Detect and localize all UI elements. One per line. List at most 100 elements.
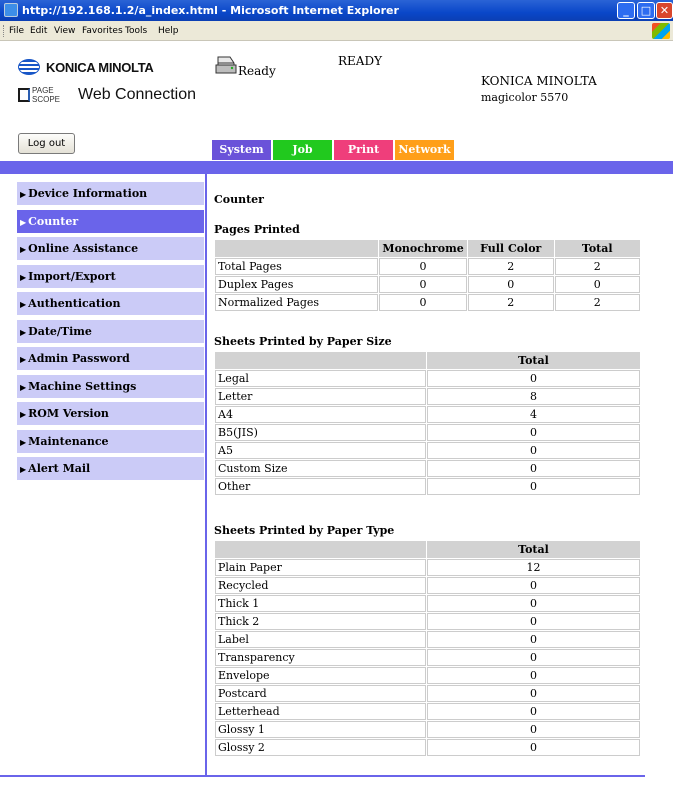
table-row: Custom Size 0 (215, 460, 640, 477)
menu-view[interactable]: View (54, 26, 75, 36)
cell-value: 0 (468, 276, 554, 293)
row-label: Envelope (215, 667, 426, 684)
paper-size-title: Sheets Printed by Paper Size (214, 335, 392, 348)
row-label: Label (215, 631, 426, 648)
printer-icon (215, 56, 237, 74)
globe-icon (18, 59, 40, 75)
cell-value: 8 (427, 388, 640, 405)
table-row: Transparency 0 (215, 649, 640, 666)
sidebar-item-rom-version[interactable]: ▶ ROM Version (17, 402, 204, 425)
paper-size-table: Total Legal 0 Letter 8 A4 4 B5(JIS) 0 A5 0 Custom … (214, 351, 641, 496)
sidebar-item-machine-settings[interactable]: ▶ Machine Settings (17, 374, 204, 398)
cell-value: 0 (427, 577, 640, 594)
menu-tools[interactable]: Tools (125, 26, 147, 36)
sidebar-item-date-time[interactable]: ▶ Date/Time (17, 319, 204, 343)
pagescope-icon: PAGE SCOPE (18, 86, 76, 104)
footer-divider (0, 775, 645, 777)
row-label: Other (215, 478, 426, 495)
tab-system[interactable]: System (212, 140, 271, 160)
cell-value: 0 (427, 631, 640, 648)
menu-help[interactable]: Help (158, 26, 179, 36)
row-label: Recycled (215, 577, 426, 594)
table-row: A4 4 (215, 406, 640, 423)
sidebar: ▶ Device Information ▶ Counter ▶ Online Ass… (17, 182, 204, 485)
minimize-button[interactable]: _ (617, 2, 635, 19)
table-row: A5 0 (215, 442, 640, 459)
cell-value: 2 (468, 294, 554, 311)
toolbar-grip (3, 25, 5, 37)
pages-printed-table: Monochrome Full Color Total Total Pages 0 2 2… (214, 239, 641, 312)
row-label: Thick 2 (215, 613, 426, 630)
row-label: Duplex Pages (215, 276, 379, 293)
close-button[interactable]: ✕ (656, 2, 673, 19)
cell-value: 12 (427, 559, 640, 576)
cell-value: 0 (427, 667, 640, 684)
cell-value: 2 (554, 258, 640, 275)
cell-value: 0 (427, 649, 640, 666)
row-label: Letter (215, 388, 426, 405)
table-row: B5(JIS) 0 (215, 424, 640, 441)
table-row: Recycled 0 (215, 577, 640, 594)
table-header-row: Total (215, 352, 640, 369)
table-row: Thick 20 (215, 613, 640, 630)
logout-button[interactable]: Log out (18, 133, 75, 154)
maximize-button[interactable]: □ (637, 2, 655, 19)
table-row: Letterhead 0 (215, 703, 640, 720)
paper-type-title: Sheets Printed by Paper Type (214, 524, 395, 537)
cell-value: 0 (427, 478, 640, 495)
cell-value: 0 (379, 258, 468, 275)
sidebar-item-authentication[interactable]: ▶ Authentication (17, 292, 204, 315)
sidebar-item-maintenance[interactable]: ▶ Maintenance (17, 429, 204, 453)
sidebar-item-counter[interactable]: ▶ Counter (17, 209, 204, 233)
table-row: Normalized Pages 0 2 2 (215, 294, 640, 311)
column-header: Total (427, 352, 640, 369)
table-row: Postcard 0 (215, 685, 640, 702)
cell-value: 0 (427, 460, 640, 477)
paper-type-table: Total Plain Paper 12 Recycled 0 Thick 1 0 Thic… (214, 540, 641, 757)
table-row: Duplex Pages 0 0 0 (215, 276, 640, 293)
row-label: A4 (215, 406, 426, 423)
pagescope-logo: PAGE SCOPE Web Connection (18, 86, 196, 104)
sidebar-divider (205, 174, 207, 776)
cell-value: 0 (427, 442, 640, 459)
tab-job[interactable]: Job (273, 140, 332, 160)
row-label: Thick 1 (215, 595, 426, 612)
column-header: Total (427, 541, 640, 558)
row-label: Letterhead (215, 703, 426, 720)
cell-value: 0 (427, 739, 640, 756)
table-header-row: Total (215, 541, 640, 558)
row-label: Transparency (215, 649, 426, 666)
table-row: Letter 8 (215, 388, 640, 405)
cell-value: 2 (554, 294, 640, 311)
sidebar-item-import-export[interactable]: ▶ Import/Export (17, 264, 204, 288)
table-row: Plain Paper 12 (215, 559, 640, 576)
table-row: Label 0 (215, 631, 640, 648)
main-tabs: System Job Print Network (212, 140, 456, 160)
row-label: Glossy 2 (215, 739, 426, 756)
row-label: Glossy 1 (215, 721, 426, 738)
menu-edit[interactable]: Edit (30, 26, 47, 36)
menu-favorites[interactable]: Favorites (82, 26, 123, 36)
header-divider (0, 161, 673, 174)
konica-minolta-logo: KONICA MINOLTA (18, 59, 154, 75)
row-label: Postcard (215, 685, 426, 702)
tab-print[interactable]: Print (334, 140, 393, 160)
column-header: Full Color (468, 240, 554, 257)
brand-text: KONICA MINOLTA (46, 59, 154, 75)
table-row: Other 0 (215, 478, 640, 495)
column-header: Total (554, 240, 640, 257)
menu-file[interactable]: File (9, 26, 24, 36)
cell-value: 0 (427, 613, 640, 630)
sidebar-item-alert-mail[interactable]: ▶ Alert Mail (17, 457, 204, 480)
table-row: Envelope 0 (215, 667, 640, 684)
sidebar-item-admin-password[interactable]: ▶ Admin Password (17, 347, 204, 370)
tab-network[interactable]: Network (395, 140, 454, 160)
sidebar-item-online-assistance[interactable]: ▶ Online Assistance (17, 237, 204, 260)
cell-value: 0 (554, 276, 640, 293)
table-row: Legal 0 (215, 370, 640, 387)
row-label: A5 (215, 442, 426, 459)
cell-value: 0 (427, 721, 640, 738)
window-title-bar: http://192.168.1.2/a_index.html - Micros… (0, 0, 673, 21)
table-row: Total Pages 0 2 2 (215, 258, 640, 275)
sidebar-item-device-information[interactable]: ▶ Device Information (17, 182, 204, 205)
